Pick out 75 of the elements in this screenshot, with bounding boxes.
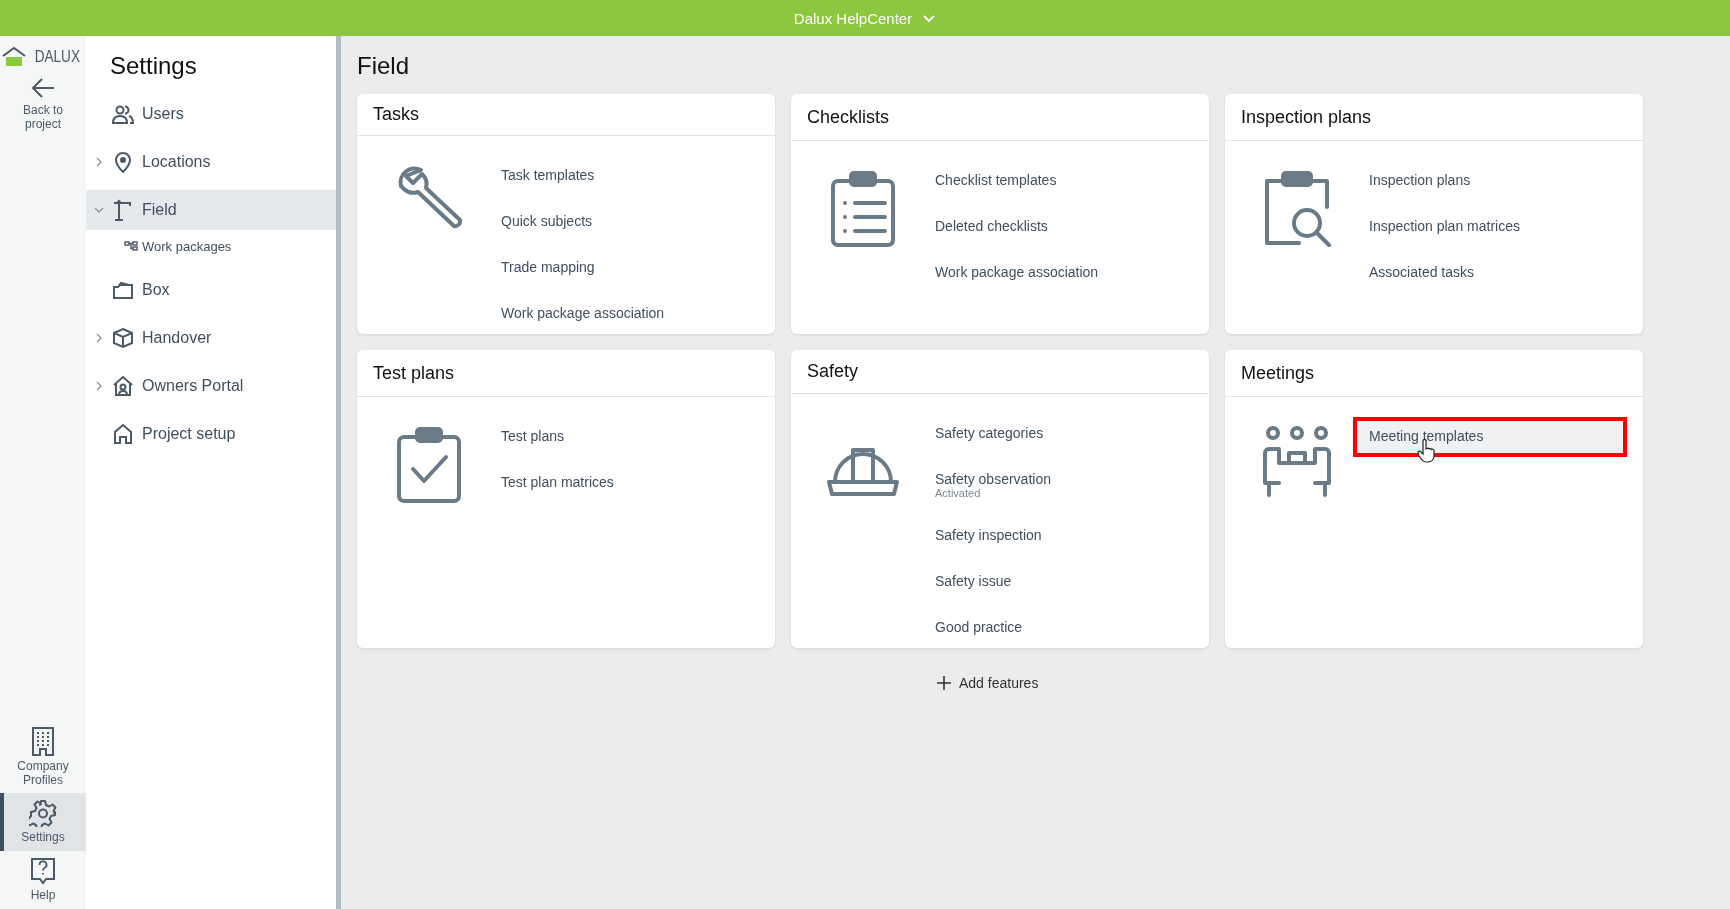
link-label: Safety issue bbox=[935, 573, 1013, 589]
feature-link[interactable]: Safety observation Activated bbox=[919, 460, 1193, 510]
back-arrow-icon bbox=[30, 76, 56, 100]
link-label: Test plan matrices bbox=[501, 474, 615, 490]
link-label: Task templates bbox=[501, 167, 596, 183]
crane-icon bbox=[112, 199, 134, 221]
feature-link[interactable]: Good practice bbox=[919, 608, 1193, 648]
sidebar-item[interactable]: Box bbox=[86, 270, 336, 310]
feature-link[interactable]: Trade mapping bbox=[485, 248, 759, 288]
chevron-right-icon bbox=[94, 333, 104, 343]
home-icon bbox=[112, 423, 134, 445]
feature-link[interactable]: Task templates bbox=[485, 156, 759, 196]
help-icon bbox=[30, 857, 56, 886]
rail-item[interactable]: Settings bbox=[0, 793, 86, 852]
cube-icon bbox=[112, 327, 134, 349]
sidebar-item[interactable]: Users bbox=[86, 94, 336, 134]
feature-link[interactable]: Work package association bbox=[919, 253, 1193, 293]
link-label: Trade mapping bbox=[501, 259, 596, 275]
sidebar-item[interactable]: Field bbox=[86, 190, 336, 230]
plus-icon bbox=[937, 676, 951, 690]
feature-link[interactable]: Quick subjects bbox=[485, 202, 759, 242]
pin-icon bbox=[112, 151, 134, 173]
link-label: Test plans bbox=[501, 428, 566, 444]
card-title: Inspection plans bbox=[1225, 94, 1643, 141]
sidebar-item[interactable]: Owners Portal bbox=[86, 366, 336, 406]
feature-link[interactable]: Deleted checklists bbox=[919, 207, 1193, 247]
link-label: Quick subjects bbox=[501, 213, 594, 229]
logo-text: DALUX bbox=[34, 47, 80, 67]
add-features-button[interactable]: Add features bbox=[931, 674, 1045, 692]
sidebar-subitem[interactable]: Work packages bbox=[86, 234, 336, 258]
page-title: Field bbox=[357, 52, 411, 80]
link-label: Inspection plans bbox=[1369, 172, 1472, 188]
feature-link[interactable]: Associated tasks bbox=[1353, 253, 1627, 293]
feature-link[interactable]: Safety issue bbox=[919, 562, 1193, 602]
link-label: Work package association bbox=[501, 305, 666, 321]
building-icon bbox=[30, 725, 56, 756]
sidebar-item[interactable]: Locations bbox=[86, 142, 336, 182]
link-label: Inspection plan matrices bbox=[1369, 218, 1521, 234]
card-title: Checklists bbox=[791, 94, 1209, 141]
feature-link[interactable]: Safety categories bbox=[919, 414, 1193, 454]
feature-link[interactable]: Safety inspection bbox=[919, 516, 1193, 556]
status-text: Activated bbox=[935, 487, 982, 499]
users-icon bbox=[112, 103, 134, 125]
feature-link[interactable]: Inspection plans bbox=[1353, 161, 1627, 201]
feature-link[interactable]: Test plans bbox=[485, 417, 759, 457]
chevron-down-icon bbox=[94, 205, 104, 215]
feature-link[interactable]: Checklist templates bbox=[919, 161, 1193, 201]
link-label: Deleted checklists bbox=[935, 218, 1049, 234]
card-title: Test plans bbox=[357, 350, 775, 397]
link-label: Safety categories bbox=[935, 425, 1045, 441]
card-title: Tasks bbox=[357, 94, 775, 136]
link-label: Work package association bbox=[935, 264, 1100, 280]
back-button[interactable]: Back to project bbox=[0, 68, 86, 140]
rail-item[interactable]: Help bbox=[0, 851, 86, 909]
sidebar-item[interactable]: Handover bbox=[86, 318, 336, 358]
link-label: Associated tasks bbox=[1369, 264, 1476, 280]
chevron-right-icon bbox=[94, 381, 104, 391]
link-label: Meeting templates bbox=[1369, 428, 1485, 444]
sidebar-item[interactable]: Project setup bbox=[86, 414, 336, 454]
link-label: Checklist templates bbox=[935, 172, 1058, 188]
chevron-right-icon bbox=[94, 157, 104, 167]
link-label: Good practice bbox=[935, 619, 1024, 635]
feature-link[interactable]: Test plan matrices bbox=[485, 463, 759, 503]
link-label: Safety observation bbox=[935, 471, 1052, 487]
sidebar-title: Settings bbox=[110, 52, 198, 80]
rail-item[interactable]: Company Profiles bbox=[0, 719, 86, 794]
card-title: Meetings bbox=[1225, 350, 1643, 397]
feature-link[interactable]: Inspection plan matrices bbox=[1353, 207, 1627, 247]
logo-icon bbox=[0, 46, 27, 68]
link-label: Safety inspection bbox=[935, 527, 1043, 543]
settings-icon bbox=[29, 799, 57, 828]
house-icon bbox=[112, 375, 134, 397]
hierarchy-icon bbox=[124, 241, 138, 251]
card-title: Safety bbox=[791, 350, 1209, 394]
feature-link[interactable]: Work package association bbox=[485, 294, 759, 334]
